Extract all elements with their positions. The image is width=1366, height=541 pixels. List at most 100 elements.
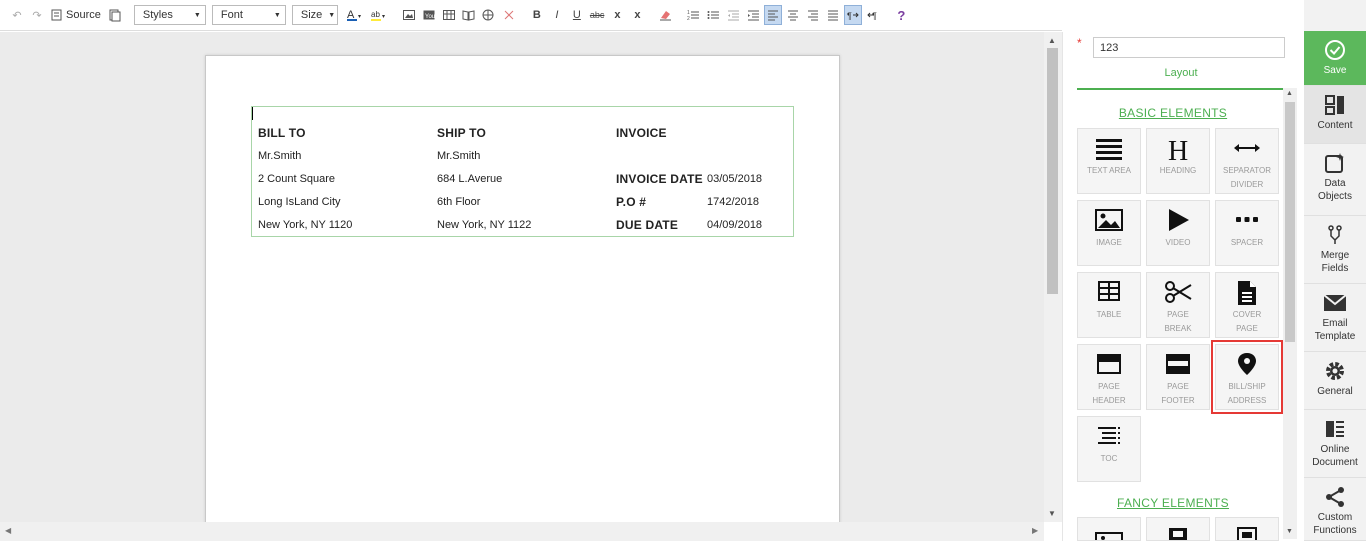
tile-label: BILL/SHIP ADDRESS [1228,380,1267,408]
ship-address-2: 6th Floor [437,196,481,208]
svg-text:¶: ¶ [847,11,852,21]
editor-vertical-scrollbar[interactable]: ▲ ▼ [1044,32,1062,522]
insert-table-icon[interactable] [440,5,458,25]
tile-fancy-image[interactable] [1077,517,1141,541]
tile-label: TOC [1100,454,1118,463]
unlink-icon[interactable] [500,5,518,25]
scrollbar-thumb[interactable] [1047,48,1058,294]
tile-bill-ship-address[interactable]: BILL/SHIP ADDRESS [1211,340,1283,414]
tile-page-header[interactable]: PAGE HEADER [1077,344,1141,410]
underline-button[interactable]: U [568,5,586,25]
font-dropdown[interactable]: Font ▼ [211,5,286,25]
editor-horizontal-scrollbar[interactable]: ◀ ▶ [0,522,1044,541]
content-icon [1325,95,1344,115]
scrollbar-thumb[interactable] [1285,102,1295,342]
tile-spacer[interactable]: SPACER [1215,200,1279,266]
tile-label: SPACER [1230,238,1264,247]
indent-icon[interactable] [744,5,762,25]
data-objects-label: Data Objects [1318,177,1352,203]
justify-icon[interactable] [824,5,842,25]
template-name-input[interactable] [1093,37,1285,58]
invoice-table[interactable]: BILL TO SHIP TO INVOICE Mr.Smith Mr.Smit… [251,106,794,237]
scroll-up-icon[interactable]: ▲ [1286,90,1293,97]
tile-label: VIDEO [1165,238,1191,247]
tile-video[interactable]: VIDEO [1146,200,1210,266]
sidebar-item-online-document[interactable]: Online Document [1304,410,1366,478]
remove-format-icon[interactable] [656,5,674,25]
source-icon [51,9,62,21]
invoice-heading: INVOICE [616,126,667,140]
subscript-button[interactable]: x [608,5,626,25]
insert-video-icon[interactable]: You [420,5,438,25]
ltr-icon[interactable]: ¶ [844,5,863,25]
scroll-down-icon[interactable]: ▼ [1286,528,1293,535]
align-center-icon[interactable] [784,5,802,25]
tile-page-break[interactable]: PAGE BREAK [1146,272,1210,338]
book-icon[interactable] [460,5,478,25]
text-color-icon[interactable]: A ▾ [344,5,366,25]
scroll-left-icon[interactable]: ◀ [5,526,11,535]
undo-icon[interactable]: ↶ [8,5,26,25]
document-page[interactable]: BILL TO SHIP TO INVOICE Mr.Smith Mr.Smit… [205,55,840,525]
tile-page-footer[interactable]: PAGE FOOTER [1146,344,1210,410]
sidebar-item-data-objects[interactable]: Data Objects [1304,144,1366,216]
sidebar-item-merge-fields[interactable]: Merge Fields [1304,216,1366,284]
align-left-icon[interactable] [764,5,783,25]
highlight-color-icon[interactable]: ab ▾ [368,5,390,25]
tile-heading[interactable]: H HEADING [1146,128,1210,194]
templates-icon[interactable] [106,5,124,25]
tile-toc[interactable]: TOC [1077,416,1141,482]
size-dropdown[interactable]: Size ▼ [291,5,338,25]
styles-dropdown[interactable]: Styles ▼ [133,5,206,25]
fancy-elements-title[interactable]: FANCY ELEMENTS [1077,496,1269,510]
tile-text-area[interactable]: TEXT AREA [1077,128,1141,194]
insert-image-icon[interactable] [400,5,418,25]
numbered-list-icon[interactable]: 12 [684,5,702,25]
sidebar-item-email-template[interactable]: Email Template [1304,284,1366,352]
bulleted-list-icon[interactable] [704,5,722,25]
outdent-icon[interactable] [724,5,742,25]
tile-label: COVER PAGE [1233,308,1261,336]
content-label: Content [1317,120,1353,131]
sidebar-item-custom-functions[interactable]: Custom Functions [1304,478,1366,541]
strikethrough-button[interactable]: abc [588,5,607,25]
scroll-right-icon[interactable]: ▶ [1032,526,1038,535]
save-button[interactable]: Save [1304,31,1366,86]
align-right-icon[interactable] [804,5,822,25]
rtl-icon[interactable]: ¶ [864,5,882,25]
tab-layout[interactable]: Layout [1077,63,1285,90]
tile-separator[interactable]: SEPARATOR DIVIDER [1215,128,1279,194]
custom-functions-line1: Custom [1317,512,1353,523]
link-icon[interactable] [480,5,498,25]
text-area-icon [1096,139,1122,160]
toc-icon [1098,427,1120,444]
tile-fancy-gallery[interactable] [1146,517,1210,541]
source-button[interactable]: Source [48,9,104,21]
source-label: Source [66,9,101,21]
online-document-label: Online Document [1312,443,1358,469]
envelope-icon [1323,294,1347,311]
redo-icon[interactable]: ↷ [28,5,46,25]
tile-label-line1: COVER [1232,310,1262,319]
help-button[interactable]: ? [892,5,910,25]
scroll-up-icon[interactable]: ▲ [1048,36,1056,45]
superscript-button[interactable]: x [628,5,646,25]
tile-label: SEPARATOR DIVIDER [1223,164,1271,192]
merge-icon [1328,225,1342,244]
bold-button[interactable]: B [528,5,546,25]
online-document-line2: Document [1312,457,1358,468]
tile-table[interactable]: TABLE [1077,272,1141,338]
heading-icon: H [1168,136,1188,162]
sidebar-item-general[interactable]: General [1304,352,1366,410]
tile-fancy-image-text[interactable] [1215,517,1279,541]
basic-elements-title[interactable]: BASIC ELEMENTS [1077,106,1269,120]
svg-text:You: You [425,14,435,20]
panel-scrollbar[interactable]: ▲ ▼ [1283,88,1297,539]
italic-button[interactable]: I [548,5,566,25]
sidebar-item-content[interactable]: Content [1304,86,1366,144]
video-icon [1169,209,1189,231]
tile-image[interactable]: IMAGE [1077,200,1141,266]
scroll-down-icon[interactable]: ▼ [1048,509,1056,518]
size-label: Size [300,9,323,21]
tile-cover-page[interactable]: COVER PAGE [1215,272,1279,338]
